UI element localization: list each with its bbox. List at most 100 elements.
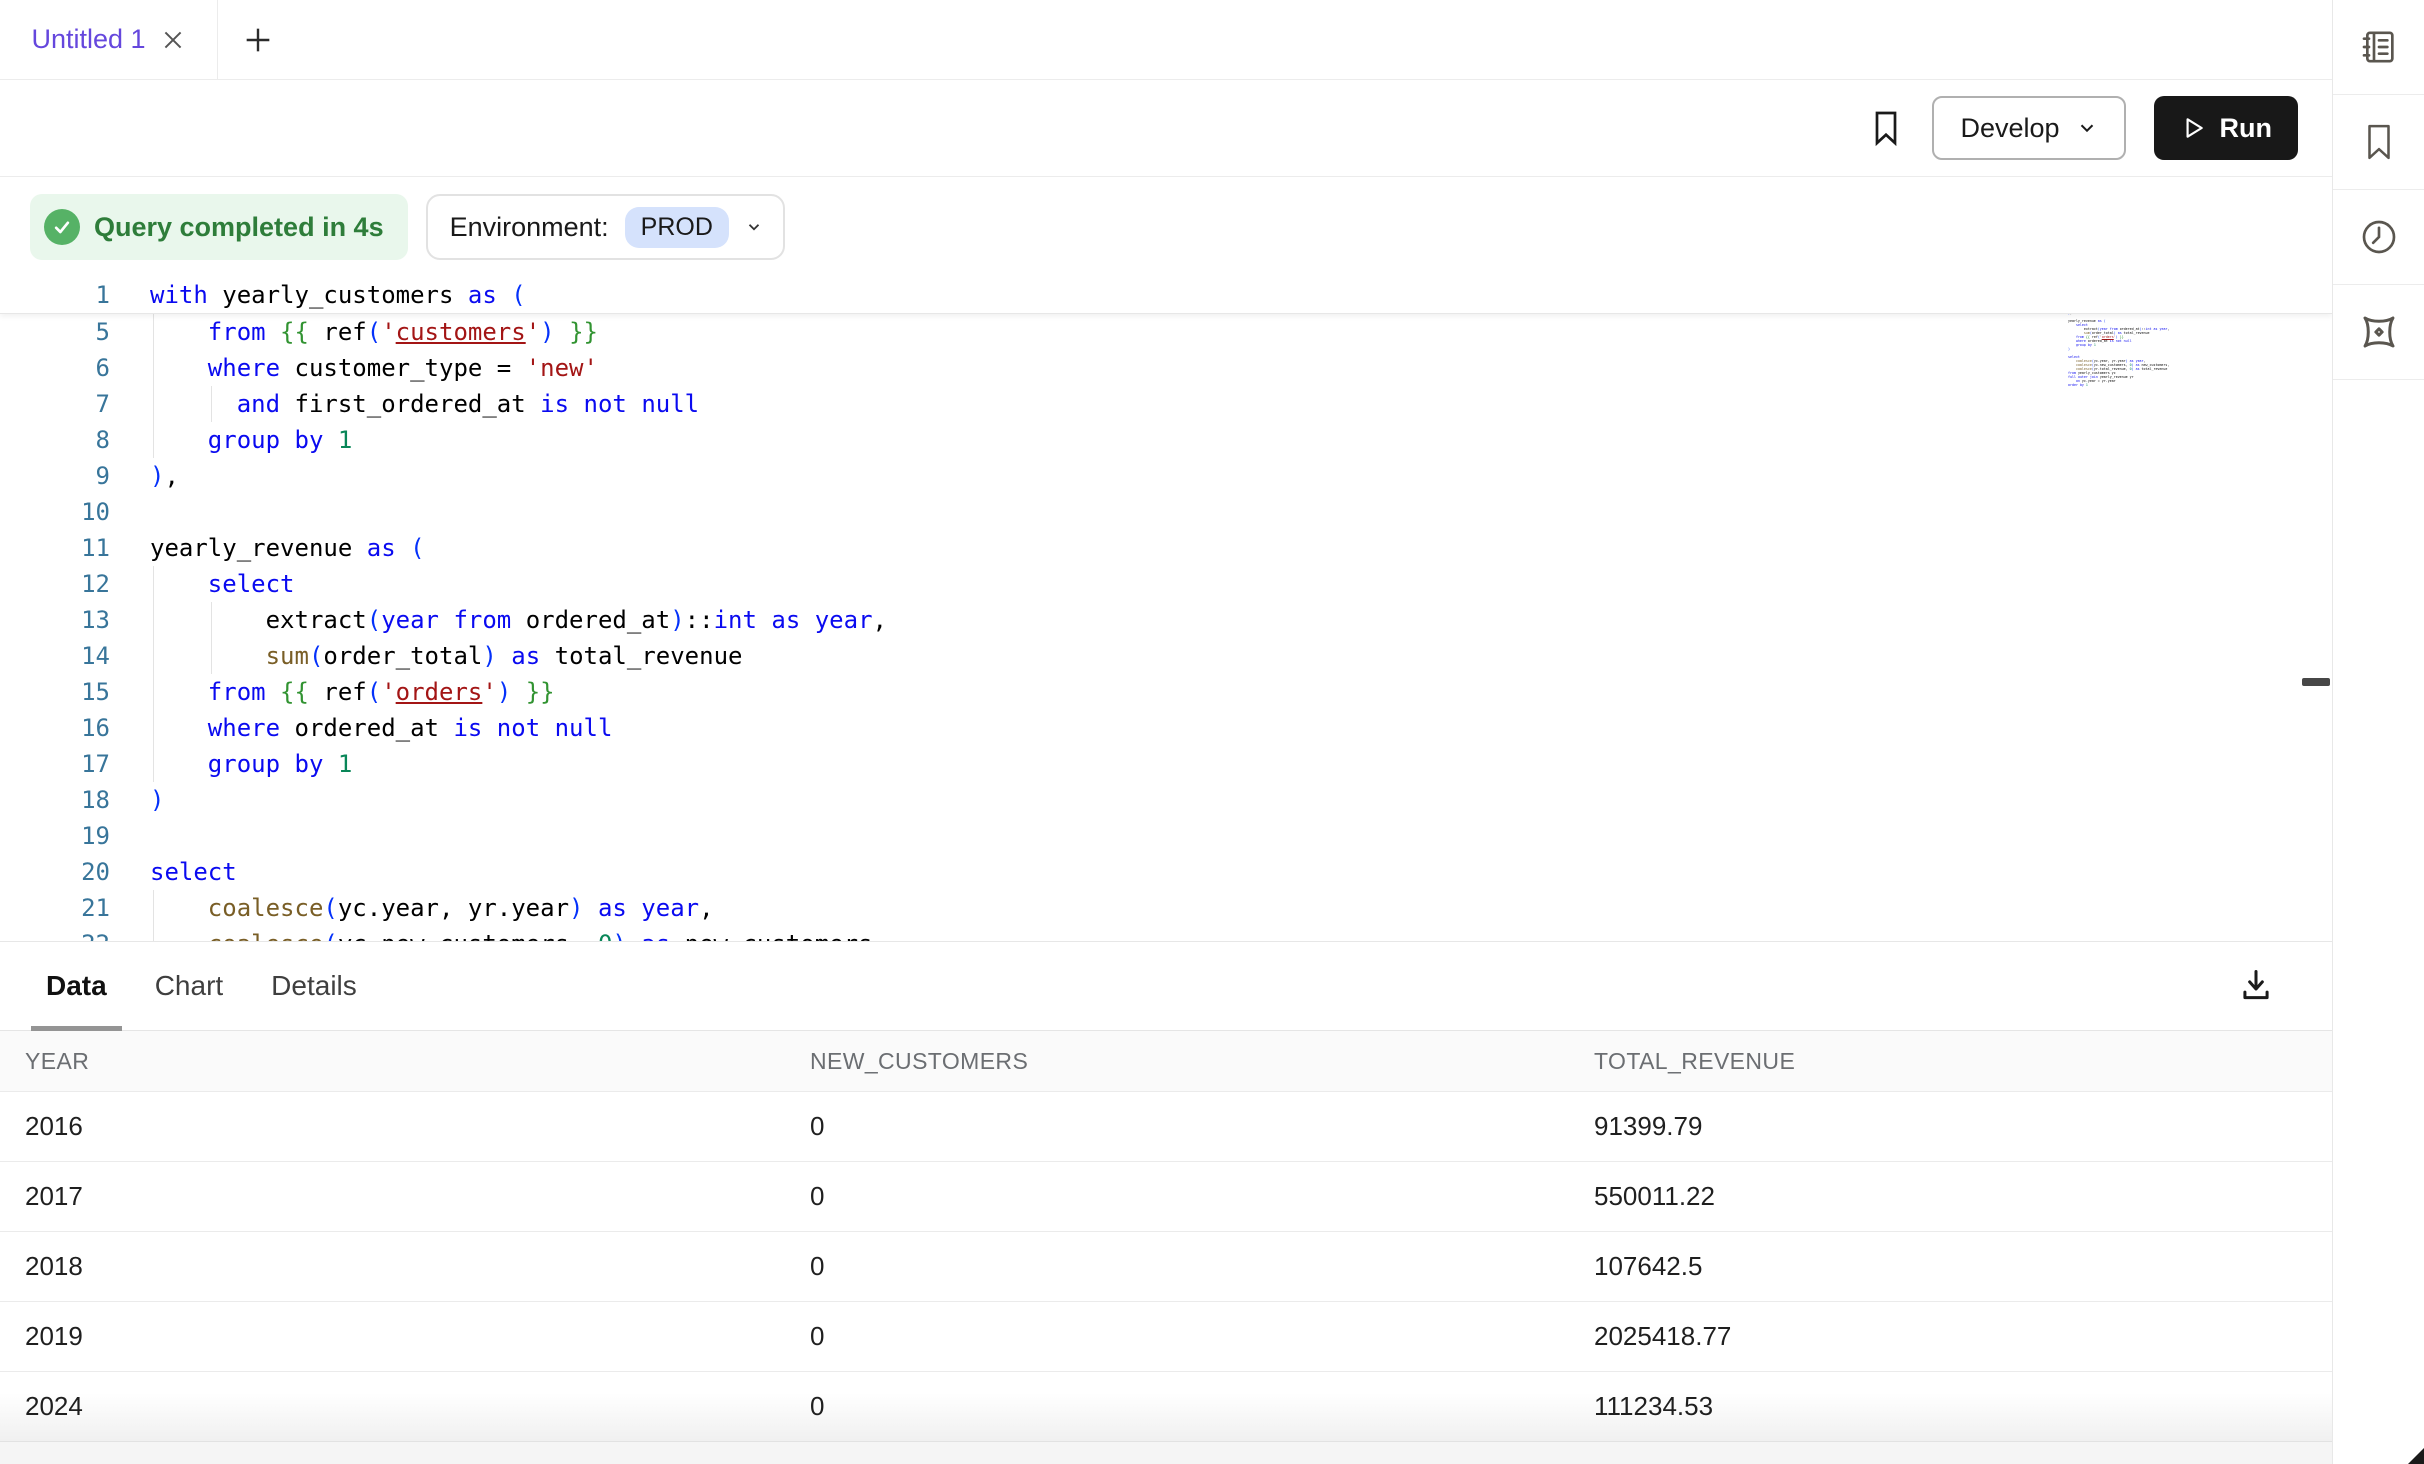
code-line: 10 — [0, 494, 2332, 530]
check-circle-icon — [44, 209, 80, 245]
table-row: 20170550011.22 — [0, 1161, 2332, 1231]
indent-guide — [153, 314, 154, 350]
tab-details[interactable]: Details — [256, 942, 372, 1030]
line-number: 11 — [0, 530, 110, 566]
cell-year: 2017 — [25, 1181, 810, 1212]
indent-guide — [153, 710, 154, 746]
scrollbar-thumb[interactable] — [2302, 678, 2330, 686]
download-icon — [2237, 966, 2275, 1004]
tab-data-label: Data — [46, 970, 107, 1002]
sticky-code-line: 1with yearly_customers as ( — [0, 277, 2332, 314]
table-body: 2016091399.7920170550011.2220180107642.5… — [0, 1091, 2332, 1441]
table-row: 201902025418.77 — [0, 1301, 2332, 1371]
sidebar-history-button[interactable] — [2333, 190, 2424, 285]
line-number: 14 — [0, 638, 110, 674]
code-line: 13 extract(year from ordered_at)::int as… — [0, 602, 2332, 638]
line-number: 9 — [0, 458, 110, 494]
indent-guide — [153, 926, 154, 941]
tab-untitled-1[interactable]: Untitled 1 — [0, 0, 218, 79]
main-column: Untitled 1 Dev — [0, 0, 2332, 1464]
cell-total-revenue: 550011.22 — [1594, 1181, 2332, 1212]
results-grid: YEAR NEW_CUSTOMERS TOTAL_REVENUE 2016091… — [0, 1031, 2332, 1464]
indent-guide — [153, 566, 154, 602]
tab-chart[interactable]: Chart — [140, 942, 238, 1030]
cell-new-customers: 0 — [810, 1181, 1594, 1212]
query-status-text: Query completed in 4s — [94, 212, 384, 243]
cell-year: 2016 — [25, 1111, 810, 1142]
sidebar-empty-area — [2333, 380, 2424, 1464]
line-number: 19 — [0, 818, 110, 854]
cell-total-revenue: 107642.5 — [1594, 1251, 2332, 1282]
tab-title: Untitled 1 — [31, 24, 145, 55]
cell-new-customers: 0 — [810, 1251, 1594, 1282]
sql-editor[interactable]: 1with yearly_customers as ( 5 from {{ re… — [0, 277, 2332, 941]
column-header-year: YEAR — [25, 1048, 810, 1075]
bookmark-icon — [2360, 121, 2398, 163]
sidebar-notebook-button[interactable] — [2333, 0, 2424, 95]
code-line: 5 from {{ ref('customers') }} — [0, 314, 2332, 350]
develop-dropdown[interactable]: Develop — [1932, 96, 2125, 160]
code-line: 14 sum(order_total) as total_revenue — [0, 638, 2332, 674]
code-line: 20select — [0, 854, 2332, 890]
chevron-down-icon — [2076, 117, 2098, 139]
code-line: 6 where customer_type = 'new' — [0, 350, 2332, 386]
toolbar: Develop Run — [0, 80, 2332, 177]
sticky-scroll-line: 1with yearly_customers as ( — [0, 277, 2332, 314]
line-number: 10 — [0, 494, 110, 530]
line-number: 16 — [0, 710, 110, 746]
table-row: 20180107642.5 — [0, 1231, 2332, 1301]
code-line: 8 group by 1 — [0, 422, 2332, 458]
line-number: 18 — [0, 782, 110, 818]
run-button[interactable]: Run — [2154, 96, 2298, 160]
run-label: Run — [2220, 113, 2272, 144]
new-tab-button[interactable] — [218, 0, 298, 79]
column-header-new-customers: NEW_CUSTOMERS — [810, 1048, 1594, 1075]
line-number: 5 — [0, 314, 110, 350]
code-line: 11yearly_revenue as ( — [0, 530, 2332, 566]
indent-guide — [153, 890, 154, 926]
indent-guide — [153, 674, 154, 710]
environment-selector[interactable]: Environment: PROD — [426, 194, 785, 260]
indent-guide — [153, 602, 154, 638]
right-sidebar — [2332, 0, 2424, 1464]
indent-guide — [153, 386, 154, 422]
line-number: 22 — [0, 926, 110, 941]
develop-label: Develop — [1960, 113, 2059, 144]
line-number: 7 — [0, 386, 110, 422]
code-line: 21 coalesce(yc.year, yr.year) as year, — [0, 890, 2332, 926]
table-row: 20240111234.53 — [0, 1371, 2332, 1441]
code-line: 9), — [0, 458, 2332, 494]
tab-chart-label: Chart — [155, 970, 223, 1002]
line-number: 6 — [0, 350, 110, 386]
status-row: Query completed in 4s Environment: PROD — [0, 177, 2332, 277]
bookmark-button[interactable] — [1868, 108, 1904, 148]
notebook-icon — [2359, 27, 2399, 67]
line-number: 21 — [0, 890, 110, 926]
history-clock-icon — [2359, 217, 2399, 257]
cell-new-customers: 0 — [810, 1111, 1594, 1142]
cell-total-revenue: 91399.79 — [1594, 1111, 2332, 1142]
indent-guide — [211, 602, 212, 638]
tab-bar: Untitled 1 — [0, 0, 2332, 80]
close-icon[interactable] — [160, 27, 186, 53]
horizontal-scrollbar-track[interactable] — [0, 1441, 2332, 1464]
cell-year: 2024 — [25, 1391, 810, 1422]
code-line: 18) — [0, 782, 2332, 818]
indent-guide — [211, 638, 212, 674]
line-number: 8 — [0, 422, 110, 458]
code-lines: 5 from {{ ref('customers') }}6 where cus… — [0, 314, 2332, 941]
tab-data[interactable]: Data — [31, 942, 122, 1030]
tab-details-label: Details — [271, 970, 357, 1002]
resize-grip[interactable] — [2408, 1448, 2424, 1464]
line-number: 17 — [0, 746, 110, 782]
sidebar-bookmark-button[interactable] — [2333, 95, 2424, 190]
code-line: 16 where ordered_at is not null — [0, 710, 2332, 746]
results-panel: Data Chart Details YEAR — [0, 941, 2332, 1464]
line-number: 20 — [0, 854, 110, 890]
code-line: 22 coalesce(yc.new_customers, 0) as new_… — [0, 926, 2332, 941]
app-window: Untitled 1 Dev — [0, 0, 2424, 1464]
code-line: 19 — [0, 818, 2332, 854]
chevron-down-icon — [745, 218, 763, 236]
download-button[interactable] — [2237, 966, 2275, 1004]
sidebar-lineage-button[interactable] — [2333, 285, 2424, 380]
